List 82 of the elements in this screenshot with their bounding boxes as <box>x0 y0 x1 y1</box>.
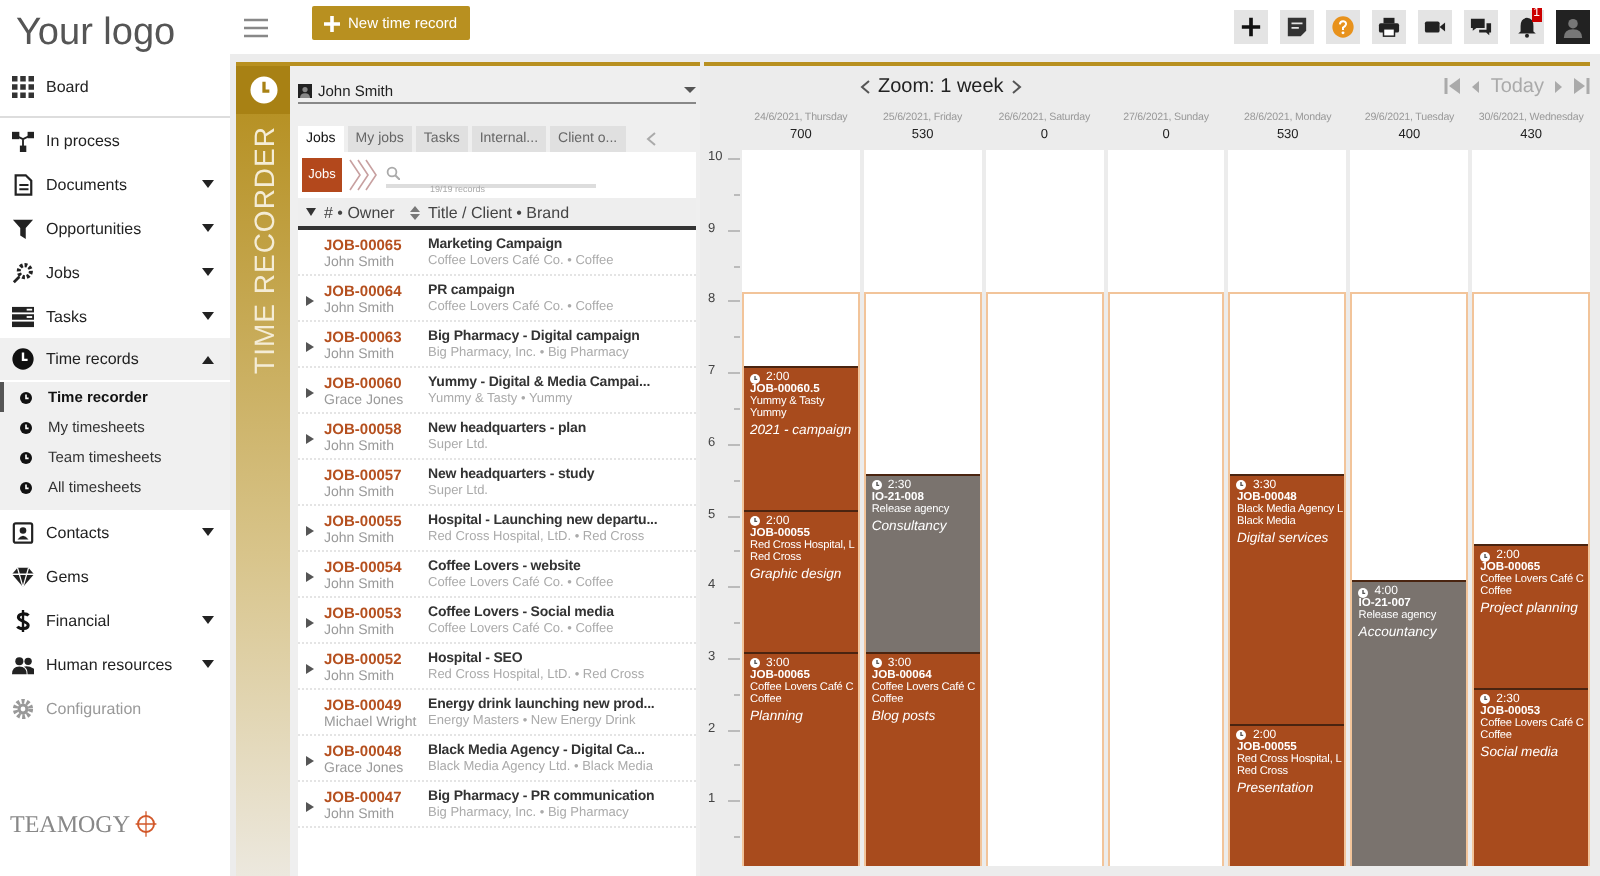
chevron-left-icon <box>1470 79 1481 93</box>
clock-icon <box>20 451 32 463</box>
last-page-icon <box>1574 78 1590 94</box>
nav-item[interactable]: In process <box>0 118 230 162</box>
video-button[interactable] <box>1418 10 1452 44</box>
avatar-icon <box>298 83 312 97</box>
clock-icon <box>871 658 882 669</box>
gear-icon <box>12 261 34 283</box>
funnel-icon <box>12 217 34 239</box>
note-icon <box>1286 16 1308 38</box>
add-button[interactable] <box>1234 10 1268 44</box>
clock-icon <box>20 481 32 493</box>
nav-item[interactable]: Tasks <box>0 294 230 338</box>
nav-item[interactable]: Financial <box>0 598 230 642</box>
clock-icon <box>1236 730 1247 741</box>
nav-item[interactable]: Jobs <box>0 250 230 294</box>
nav-item[interactable]: Human resources <box>0 642 230 686</box>
caret-icon <box>202 180 214 188</box>
caret-icon <box>202 312 214 320</box>
nodes-icon <box>12 129 34 151</box>
chevron-left-icon <box>645 132 656 146</box>
chevron-left-icon <box>860 79 870 93</box>
person-silhouette-icon <box>1562 16 1584 38</box>
clock-icon <box>249 76 277 104</box>
print-button[interactable] <box>1372 10 1406 44</box>
chat-button[interactable] <box>1464 10 1498 44</box>
search-icon <box>386 166 400 180</box>
notes-button[interactable] <box>1280 10 1314 44</box>
chevron-right-icon <box>1011 79 1022 93</box>
clock-icon <box>750 373 760 384</box>
caret-icon <box>202 268 214 276</box>
clock-icon <box>1236 480 1247 491</box>
first-page-icon <box>1444 78 1461 94</box>
caret-icon <box>202 224 214 232</box>
printer-icon <box>1378 16 1400 38</box>
gem-icon <box>12 565 34 587</box>
chevron-right-icon <box>1554 79 1564 93</box>
plus-icon <box>324 15 340 31</box>
menu-icon <box>244 17 268 37</box>
clock-icon <box>20 391 32 403</box>
sort-icon <box>410 205 420 219</box>
caret-icon <box>202 660 214 668</box>
clock-icon <box>1480 694 1491 705</box>
document-icon <box>12 173 34 195</box>
caret-icon <box>202 355 214 363</box>
clock-icon <box>1480 551 1491 562</box>
clock-icon <box>750 516 760 527</box>
video-camera-icon <box>1424 16 1446 38</box>
clock-icon <box>750 658 760 669</box>
contact-card-icon <box>12 521 34 543</box>
column-header[interactable]: # • Owner <box>324 203 395 221</box>
chevrons-icon <box>348 158 380 192</box>
logo: Your logo <box>14 9 178 57</box>
vertical-title: TIME RECORDER <box>247 126 279 374</box>
clock-icon <box>20 421 32 433</box>
caret-icon <box>684 86 696 94</box>
nav-item[interactable]: Opportunities <box>0 206 230 250</box>
caret-icon <box>306 208 316 216</box>
nav-item[interactable]: Documents <box>0 162 230 206</box>
plus-icon <box>1240 16 1262 38</box>
clock-icon <box>871 480 882 491</box>
nav-item[interactable]: Contacts <box>0 510 230 554</box>
people-icon <box>12 653 34 675</box>
dollar-icon <box>12 609 34 631</box>
help-icon <box>1332 16 1354 38</box>
avatar-button[interactable] <box>1556 10 1590 44</box>
gear-icon <box>12 697 34 719</box>
caret-icon <box>202 528 214 536</box>
grid-icon <box>12 76 34 98</box>
search-field[interactable] <box>386 163 596 187</box>
crosshair-icon <box>134 808 158 840</box>
clock-icon <box>1358 587 1369 598</box>
zoom-label: Zoom: 1 week <box>878 75 1004 97</box>
clock-icon <box>12 348 34 370</box>
nav-item[interactable]: Gems <box>0 554 230 598</box>
bell-icon <box>1516 16 1538 38</box>
column-header[interactable]: Title / Client • Brand <box>428 203 696 221</box>
list-icon <box>12 305 34 327</box>
nav-item[interactable]: Time records <box>0 338 230 382</box>
caret-icon <box>202 616 214 624</box>
brand-logo: TEAMOGY <box>10 809 130 839</box>
chat-icon <box>1470 16 1492 38</box>
